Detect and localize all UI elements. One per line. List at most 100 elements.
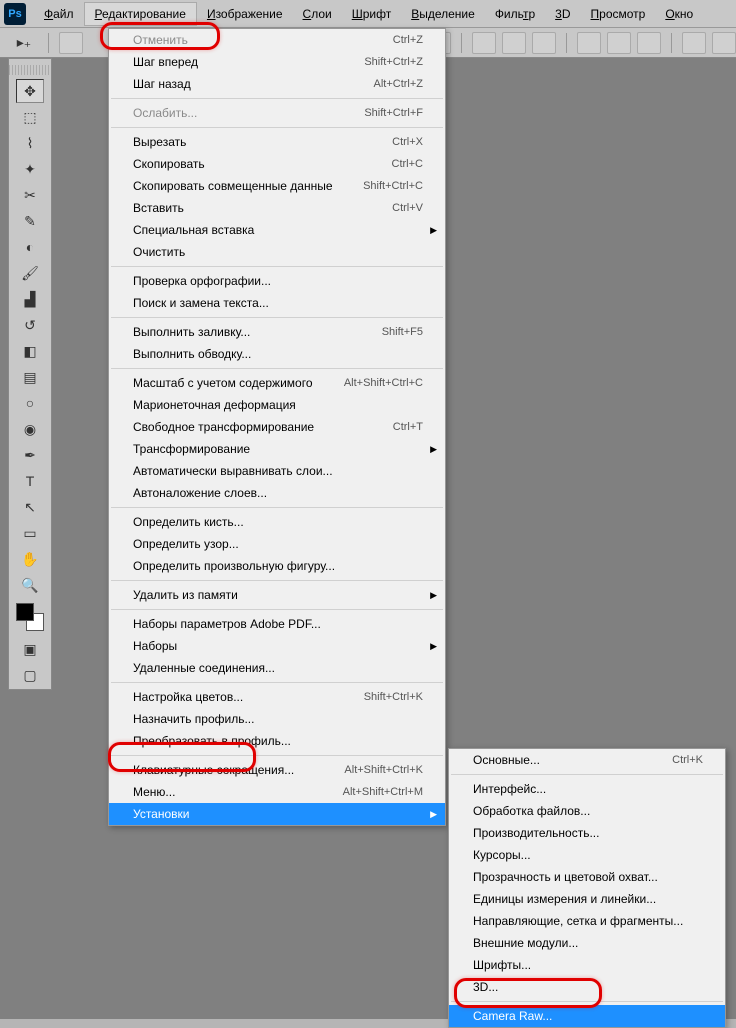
menu-select[interactable]: Выделение <box>401 3 485 25</box>
edit-menu-item-8[interactable]: Скопировать совмещенные данныеShift+Ctrl… <box>109 175 445 197</box>
blur-tool[interactable]: ○ <box>16 391 44 415</box>
eraser-tool[interactable]: ◧ <box>16 339 44 363</box>
edit-menu-item-20[interactable]: Марионеточная деформация <box>109 394 445 416</box>
edit-menu-item-7[interactable]: СкопироватьCtrl+C <box>109 153 445 175</box>
lasso-tool[interactable]: ⌇ <box>16 131 44 155</box>
presets-submenu-item-4[interactable]: Производительность... <box>449 822 725 844</box>
presets-submenu-item-6[interactable]: Прозрачность и цветовой охват... <box>449 866 725 888</box>
align-bottom[interactable] <box>532 32 556 54</box>
hand-tool[interactable]: ✋ <box>16 547 44 571</box>
align-top[interactable] <box>472 32 496 54</box>
wand-tool[interactable]: ✦ <box>16 157 44 181</box>
align-center-v[interactable] <box>502 32 526 54</box>
edit-menu-item-27[interactable]: Определить узор... <box>109 533 445 555</box>
menu-edit[interactable]: Редактирование <box>84 2 197 26</box>
edit-menu-item-28[interactable]: Определить произвольную фигуру... <box>109 555 445 577</box>
menu-item-label: Клавиатурные сокращения... <box>133 763 294 777</box>
screenmode-toggle[interactable]: ▢ <box>16 663 44 687</box>
edit-menu-item-19[interactable]: Масштаб с учетом содержимогоAlt+Shift+Ct… <box>109 372 445 394</box>
edit-menu-item-17[interactable]: Выполнить обводку... <box>109 343 445 365</box>
color-swatch[interactable] <box>16 603 44 631</box>
edit-menu-item-4[interactable]: Ослабить...Shift+Ctrl+F <box>109 102 445 124</box>
edit-menu-item-14[interactable]: Поиск и замена текста... <box>109 292 445 314</box>
presets-submenu-item-2[interactable]: Интерфейс... <box>449 778 725 800</box>
opt-1[interactable] <box>59 32 83 54</box>
menu-type[interactable]: Шрифт <box>342 3 401 25</box>
menubar: Ps Файл Редактирование Изображение Слои … <box>0 0 736 28</box>
edit-menu-item-36[interactable]: Настройка цветов...Shift+Ctrl+K <box>109 686 445 708</box>
edit-menu-item-21[interactable]: Свободное трансформированиеCtrl+T <box>109 416 445 438</box>
menu-3d[interactable]: 3D <box>545 3 580 25</box>
spot-heal-tool[interactable]: ◐ <box>16 235 44 259</box>
shape-tool[interactable]: ▭ <box>16 521 44 545</box>
edit-menu-item-22[interactable]: Трансформирование▶ <box>109 438 445 460</box>
presets-submenu-item-7[interactable]: Единицы измерения и линейки... <box>449 888 725 910</box>
dodge-tool[interactable]: ◉ <box>16 417 44 441</box>
menu-view[interactable]: Просмотр <box>581 3 656 25</box>
quickmask-toggle[interactable]: ▣ <box>16 637 44 661</box>
tool-preset-icon[interactable]: ▸₊ <box>10 31 38 55</box>
edit-menu-item-1[interactable]: Шаг впередShift+Ctrl+Z <box>109 51 445 73</box>
edit-menu-item-42[interactable]: Установки▶ <box>109 803 445 825</box>
edit-menu-item-16[interactable]: Выполнить заливку...Shift+F5 <box>109 321 445 343</box>
dist-1[interactable] <box>577 32 601 54</box>
menu-window[interactable]: Окно <box>655 3 703 25</box>
menu-item-label: Единицы измерения и линейки... <box>473 892 656 906</box>
menu-layers[interactable]: Слои <box>293 3 342 25</box>
dist-5[interactable] <box>712 32 736 54</box>
edit-menu-dropdown: ОтменитьCtrl+ZШаг впередShift+Ctrl+ZШаг … <box>108 28 446 826</box>
presets-submenu-item-3[interactable]: Обработка файлов... <box>449 800 725 822</box>
edit-menu-item-40[interactable]: Клавиатурные сокращения...Alt+Shift+Ctrl… <box>109 759 445 781</box>
edit-menu-item-11[interactable]: Очистить <box>109 241 445 263</box>
brush-tool[interactable]: 🖌 <box>16 261 44 285</box>
menu-filter[interactable]: Фильтр <box>485 3 545 25</box>
eyedropper-tool[interactable]: ✎ <box>16 209 44 233</box>
edit-menu-item-6[interactable]: ВырезатьCtrl+X <box>109 131 445 153</box>
edit-menu-item-41[interactable]: Меню...Alt+Shift+Ctrl+M <box>109 781 445 803</box>
menu-item-label: Трансформирование <box>133 442 250 456</box>
panel-grip[interactable] <box>9 65 51 75</box>
edit-menu-item-32[interactable]: Наборы параметров Adobe PDF... <box>109 613 445 635</box>
presets-submenu-item-9[interactable]: Внешние модули... <box>449 932 725 954</box>
move-tool[interactable]: ✥ <box>16 79 44 103</box>
menu-item-label: Вставить <box>133 201 184 215</box>
crop-tool[interactable]: ✂ <box>16 183 44 207</box>
dist-2[interactable] <box>607 32 631 54</box>
presets-submenu-item-10[interactable]: Шрифты... <box>449 954 725 976</box>
edit-menu-item-30[interactable]: Удалить из памяти▶ <box>109 584 445 606</box>
path-tool[interactable]: ↖ <box>16 495 44 519</box>
presets-submenu-item-11[interactable]: 3D... <box>449 976 725 998</box>
edit-menu-item-13[interactable]: Проверка орфографии... <box>109 270 445 292</box>
marquee-tool[interactable]: ⬚ <box>16 105 44 129</box>
presets-submenu-item-8[interactable]: Направляющие, сетка и фрагменты... <box>449 910 725 932</box>
stamp-tool[interactable]: ▟ <box>16 287 44 311</box>
history-brush-tool[interactable]: ↺ <box>16 313 44 337</box>
edit-menu-item-26[interactable]: Определить кисть... <box>109 511 445 533</box>
edit-menu-item-33[interactable]: Наборы▶ <box>109 635 445 657</box>
pen-tool[interactable]: ✒ <box>16 443 44 467</box>
menu-image[interactable]: Изображение <box>197 3 293 25</box>
presets-submenu-item-13[interactable]: Camera Raw... <box>449 1005 725 1027</box>
presets-submenu-item-0[interactable]: Основные...Ctrl+K <box>449 749 725 771</box>
edit-menu-item-10[interactable]: Специальная вставка▶ <box>109 219 445 241</box>
presets-submenu-item-5[interactable]: Курсоры... <box>449 844 725 866</box>
edit-menu-item-9[interactable]: ВставитьCtrl+V <box>109 197 445 219</box>
dist-3[interactable] <box>637 32 661 54</box>
edit-menu-item-34[interactable]: Удаленные соединения... <box>109 657 445 679</box>
edit-menu-item-23[interactable]: Автоматически выравнивать слои... <box>109 460 445 482</box>
edit-menu-item-37[interactable]: Назначить профиль... <box>109 708 445 730</box>
edit-menu-item-2[interactable]: Шаг назадAlt+Ctrl+Z <box>109 73 445 95</box>
edit-menu-item-24[interactable]: Автоналожение слоев... <box>109 482 445 504</box>
type-tool[interactable]: T <box>16 469 44 493</box>
dist-4[interactable] <box>682 32 706 54</box>
menu-item-label: Марионеточная деформация <box>133 398 296 412</box>
menu-item-label: Специальная вставка <box>133 223 254 237</box>
menu-file[interactable]: Файл <box>34 3 84 25</box>
foreground-color[interactable] <box>16 603 34 621</box>
edit-menu-item-38[interactable]: Преобразовать в профиль... <box>109 730 445 752</box>
gradient-tool[interactable]: ▤ <box>16 365 44 389</box>
menu-item-label: Выполнить обводку... <box>133 347 251 361</box>
edit-menu-item-0[interactable]: ОтменитьCtrl+Z <box>109 29 445 51</box>
zoom-tool[interactable]: 🔍 <box>16 573 44 597</box>
menu-item-label: Меню... <box>133 785 175 799</box>
